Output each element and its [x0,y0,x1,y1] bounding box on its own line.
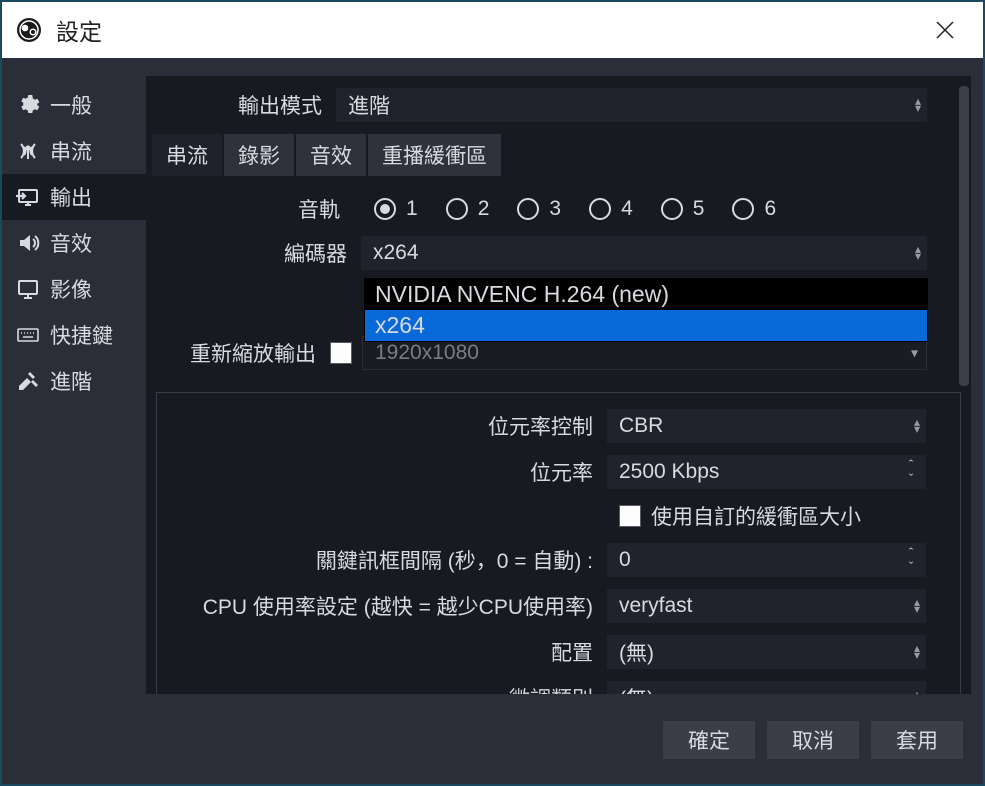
title-bar: 設定 [2,2,983,58]
encoder-dropdown-popup: NVIDIA NVENC H.264 (new) x264 [364,278,928,342]
profile-label: 配置 [157,637,607,667]
rescale-value: 1920x1080 [375,341,479,365]
body-area: 一般 串流 輸出 音效 影像 [2,58,983,708]
sidebar-label: 進階 [50,366,92,396]
spinner-icon[interactable]: ˆˇ [900,545,922,575]
output-mode-value: 進階 [348,90,390,120]
audio-track-row: 音軌 1 2 3 4 5 6 [146,194,971,224]
output-mode-select[interactable]: 進階 ▴▾ [336,88,927,122]
tab-recording[interactable]: 錄影 [224,134,294,176]
rate-control-label: 位元率控制 [157,411,607,441]
cpu-usage-label: CPU 使用率設定 (越快 = 越少CPU使用率) [157,591,607,621]
gear-icon [16,93,40,117]
scrollbar[interactable] [957,86,971,684]
encoder-value: x264 [373,241,419,265]
profile-select[interactable]: (無) ▴▾ [607,635,926,669]
antenna-icon [16,139,40,163]
keyframe-input[interactable]: 0 ˆˇ [607,543,926,577]
window-title: 設定 [56,13,921,47]
monitor-icon [16,277,40,301]
encoder-option-x264[interactable]: x264 [365,310,927,341]
encoder-option-nvenc[interactable]: NVIDIA NVENC H.264 (new) [365,279,927,310]
updown-icon: ▴▾ [914,599,920,613]
sidebar-item-general[interactable]: 一般 [2,82,146,128]
tab-streaming[interactable]: 串流 [152,134,222,176]
audio-track-5[interactable]: 5 [661,197,705,221]
cpu-usage-value: veryfast [619,594,693,618]
output-tabs: 串流 錄影 音效 重播緩衝區 [146,134,971,176]
bitrate-input[interactable]: 2500 Kbps ˆˇ [607,455,926,489]
bitrate-value: 2500 Kbps [619,460,719,484]
custom-buffer-label: 使用自訂的緩衝區大小 [651,501,861,531]
ok-button[interactable]: 確定 [663,721,755,759]
updown-icon: ▴▾ [914,419,920,433]
rescale-label: 重新縮放輸出 [146,338,330,368]
audio-track-4[interactable]: 4 [589,197,633,221]
sidebar-label: 串流 [50,136,92,166]
speaker-icon [16,231,40,255]
sidebar-item-audio[interactable]: 音效 [2,220,146,266]
rate-control-value: CBR [619,414,663,438]
audio-track-1[interactable]: 1 [374,197,418,221]
sidebar-item-video[interactable]: 影像 [2,266,146,312]
bitrate-label: 位元率 [157,457,607,487]
updown-icon: ▴▾ [914,691,920,694]
keyframe-value: 0 [619,548,631,572]
output-settings-panel: 輸出模式 進階 ▴▾ 串流 錄影 音效 重播緩衝區 音軌 1 2 3 4 5 6… [146,76,971,694]
dialog-footer: 確定 取消 套用 [2,708,983,772]
sidebar-item-stream[interactable]: 串流 [2,128,146,174]
output-mode-label: 輸出模式 [146,90,336,120]
tools-icon [16,369,40,393]
audio-track-2[interactable]: 2 [446,197,490,221]
encoder-label: 編碼器 [146,238,361,268]
audio-track-3[interactable]: 3 [517,197,561,221]
encoder-settings-group: 位元率控制 CBR ▴▾ 位元率 2500 Kbps ˆˇ 使用自訂的緩衝區大小… [156,392,961,694]
sidebar-label: 音效 [50,228,92,258]
tab-replay-buffer[interactable]: 重播緩衝區 [368,134,501,176]
sidebar-item-hotkeys[interactable]: 快捷鍵 [2,312,146,358]
keyboard-icon [16,323,40,347]
tab-audio[interactable]: 音效 [296,134,366,176]
scrollbar-thumb[interactable] [959,86,969,386]
updown-icon: ▴▾ [914,645,920,659]
chevron-down-icon: ▾ [911,345,918,362]
apply-button[interactable]: 套用 [871,721,963,759]
cancel-button[interactable]: 取消 [767,721,859,759]
custom-buffer-checkbox[interactable] [619,505,641,527]
rescale-checkbox[interactable] [330,342,352,364]
sidebar-label: 快捷鍵 [50,320,113,350]
sidebar-label: 輸出 [50,182,92,212]
profile-value: (無) [619,637,654,667]
sidebar-label: 影像 [50,274,92,304]
audio-track-label: 音軌 [146,194,346,224]
updown-icon: ▴▾ [915,98,921,112]
sidebar-label: 一般 [50,90,92,120]
tune-label: 微調類別 [157,683,607,694]
rate-control-select[interactable]: CBR ▴▾ [607,409,926,443]
audio-track-6[interactable]: 6 [732,197,776,221]
close-button[interactable] [921,16,969,44]
settings-sidebar: 一般 串流 輸出 音效 影像 [2,76,146,694]
updown-icon: ▴▾ [915,246,921,260]
tune-value: (無) [619,683,654,694]
sidebar-item-advanced[interactable]: 進階 [2,358,146,404]
monitor-arrow-icon [16,185,40,209]
encoder-select[interactable]: x264 ▴▾ [361,236,927,270]
sidebar-item-output[interactable]: 輸出 [2,174,146,220]
cpu-usage-select[interactable]: veryfast ▴▾ [607,589,926,623]
tune-select[interactable]: (無) ▴▾ [607,681,926,694]
keyframe-label: 關鍵訊框間隔 (秒，0 = 自動) : [157,545,607,575]
obs-logo-icon [16,17,42,43]
spinner-icon[interactable]: ˆˇ [900,457,922,487]
